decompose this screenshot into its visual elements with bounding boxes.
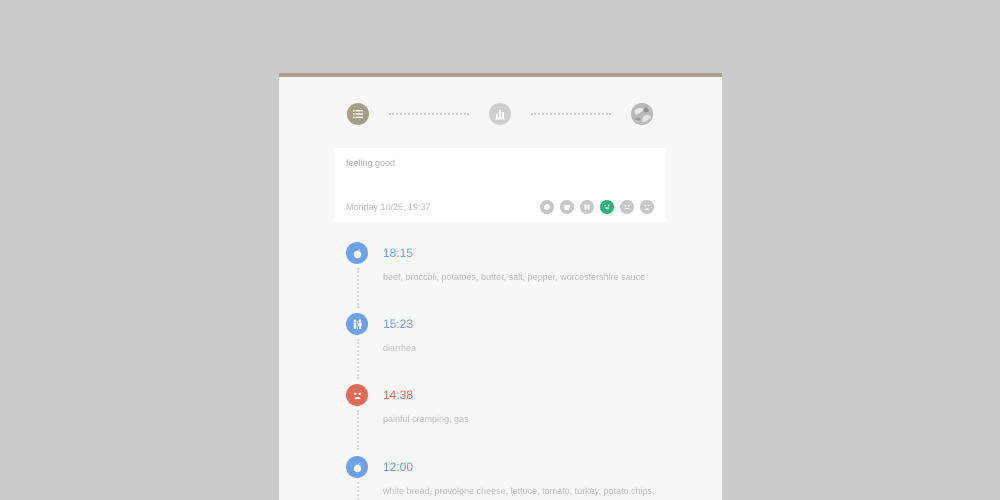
restroom-icon	[353, 319, 362, 329]
entry-text[interactable]: feeling good	[346, 158, 395, 168]
mood-1-icon	[544, 204, 550, 210]
nav-divider	[389, 113, 469, 115]
mood-selector	[540, 200, 654, 214]
happy-face-icon	[604, 204, 610, 210]
meal-icon	[353, 248, 361, 258]
timeline-icon	[346, 313, 368, 335]
timeline-connector	[357, 482, 359, 500]
mood-2-icon	[564, 205, 570, 210]
timeline-time: 18:15	[383, 246, 414, 260]
sad-face-icon	[353, 392, 361, 399]
timeline-time: 14:38	[383, 388, 414, 402]
sad-face-icon	[644, 204, 650, 210]
journal-card: feeling good Monday 10/25, 19:37 18:15 b…	[279, 73, 722, 500]
timeline-connector	[357, 268, 359, 308]
timeline-description: diarrhea	[383, 343, 417, 353]
nav-divider	[531, 113, 611, 115]
list-icon	[353, 110, 363, 118]
stats-view-button[interactable]	[489, 103, 511, 125]
timeline-icon	[346, 384, 368, 406]
timeline-time: 12:00	[383, 460, 414, 474]
mood-option-sad[interactable]	[640, 200, 654, 214]
mood-option-1[interactable]	[540, 200, 554, 214]
bar-chart-icon	[495, 110, 505, 120]
timeline-connector	[357, 410, 359, 450]
timeline-connector	[357, 339, 359, 379]
mood-3-icon	[584, 204, 590, 210]
timeline-description: painful cramping, gas	[383, 414, 469, 424]
mood-option-3[interactable]	[580, 200, 594, 214]
mood-entry[interactable]: feeling good Monday 10/25, 19:37	[334, 148, 666, 222]
mood-option-happy[interactable]	[600, 200, 614, 214]
timeline-time: 15:23	[383, 317, 414, 331]
entry-date: Monday 10/25, 19:37	[346, 202, 431, 212]
timeline-icon	[346, 242, 368, 264]
meal-icon	[353, 462, 361, 472]
profile-avatar[interactable]	[631, 103, 653, 125]
avatar-image	[631, 103, 653, 125]
neutral-face-icon	[624, 204, 630, 209]
mood-option-neutral[interactable]	[620, 200, 634, 214]
timeline-description: beef, broccoli, potatoes, butter, salt, …	[383, 272, 646, 282]
timeline-icon	[346, 456, 368, 478]
mood-option-2[interactable]	[560, 200, 574, 214]
list-view-button[interactable]	[347, 103, 369, 125]
timeline-description: white bread, provolone cheese, lettuce, …	[383, 486, 655, 496]
